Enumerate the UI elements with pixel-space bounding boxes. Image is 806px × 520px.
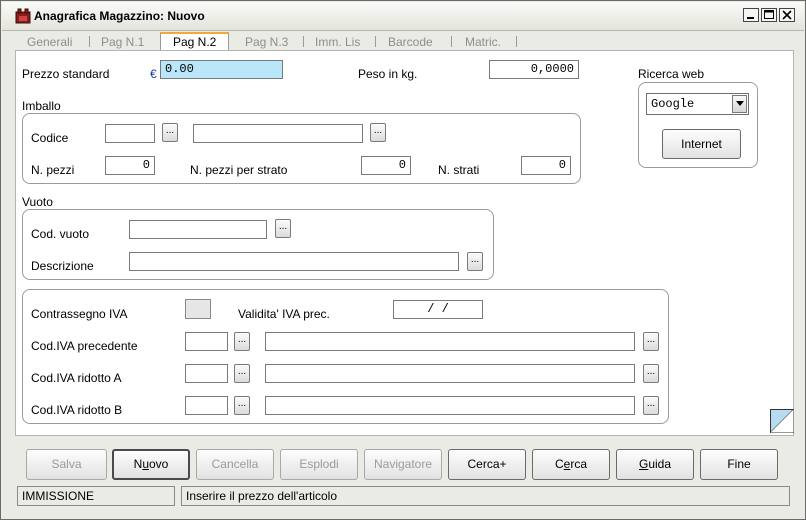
- cancella-button[interactable]: Cancella: [196, 449, 274, 480]
- resize-grip-icon[interactable]: [770, 409, 794, 433]
- contrassegno-iva-checkbox[interactable]: [185, 299, 211, 319]
- tab-pag-n3[interactable]: Pag N.3: [245, 33, 288, 51]
- cod-iva-ridotto-b-browse-button[interactable]: ...: [234, 396, 250, 415]
- peso-label: Peso in kg.: [358, 67, 418, 81]
- cerca-plus-button[interactable]: Cerca+: [448, 449, 526, 480]
- esplodi-button[interactable]: Esplodi: [280, 449, 358, 480]
- prezzo-standard-label: Prezzo standard: [22, 67, 110, 81]
- descrizione-input[interactable]: [129, 252, 459, 271]
- descrizione-label: Descrizione: [31, 259, 94, 273]
- title-bar: Anagrafica Magazzino: Nuovo: [2, 2, 804, 31]
- app-icon: [15, 8, 31, 24]
- nuovo-label-accel: u: [142, 457, 149, 471]
- minimize-button[interactable]: [743, 8, 759, 22]
- cod-vuoto-label: Cod. vuoto: [31, 227, 90, 241]
- codice-description-input[interactable]: [193, 124, 363, 143]
- tab-separator: [375, 36, 376, 47]
- close-icon: [782, 10, 792, 20]
- cod-iva-ridotto-a-desc-browse-button[interactable]: ...: [643, 364, 659, 383]
- cerca-label-part: C: [554, 457, 564, 471]
- guida-label-part: uida: [648, 457, 672, 471]
- cod-iva-precedente-browse-button[interactable]: ...: [234, 332, 250, 351]
- n-pezzi-strato-label: N. pezzi per strato: [190, 163, 288, 177]
- codice-input[interactable]: [105, 124, 155, 143]
- ricerca-web-label: Ricerca web: [638, 67, 705, 81]
- cerca-button[interactable]: Cerca: [532, 449, 610, 480]
- cod-iva-ridotto-a-description[interactable]: [265, 364, 635, 383]
- codice-label: Codice: [31, 131, 69, 145]
- tab-separator: [516, 36, 517, 47]
- cod-iva-precedente-input[interactable]: [185, 332, 228, 351]
- n-pezzi-input[interactable]: 0: [105, 156, 155, 175]
- vuoto-label: Vuoto: [22, 195, 53, 209]
- cod-iva-ridotto-a-browse-button[interactable]: ...: [234, 364, 250, 383]
- contrassegno-iva-label: Contrassegno IVA: [31, 307, 128, 321]
- prezzo-standard-input[interactable]: 0.00: [160, 60, 283, 79]
- status-mode: IMMISSIONE: [17, 486, 175, 506]
- cod-iva-ridotto-a-label: Cod.IVA ridotto A: [31, 371, 122, 385]
- tab-separator: [303, 36, 304, 47]
- cod-iva-precedente-desc-browse-button[interactable]: ...: [643, 332, 659, 351]
- currency-symbol: €: [150, 67, 157, 81]
- tab-imm-lis[interactable]: Imm. Lis: [315, 33, 360, 51]
- guida-label-accel: G: [638, 457, 649, 471]
- tab-barcode[interactable]: Barcode: [388, 33, 433, 51]
- codice-browse-button[interactable]: ...: [162, 123, 178, 142]
- n-strati-label: N. strati: [438, 163, 480, 177]
- cod-iva-ridotto-b-input[interactable]: [185, 396, 228, 415]
- navigatore-button[interactable]: Navigatore: [364, 449, 442, 480]
- n-pezzi-label: N. pezzi: [31, 163, 75, 177]
- cod-iva-ridotto-b-description[interactable]: [265, 396, 635, 415]
- validita-iva-date-input[interactable]: / /: [393, 300, 483, 319]
- n-strati-input[interactable]: 0: [521, 156, 571, 175]
- status-message: Inserire il prezzo dell'articolo: [181, 486, 790, 506]
- n-pezzi-strato-input[interactable]: 0: [361, 156, 411, 175]
- cod-vuoto-input[interactable]: [129, 220, 267, 239]
- search-engine-value: Google: [651, 97, 695, 111]
- dropdown-button[interactable]: [732, 95, 747, 113]
- peso-input[interactable]: 0,0000: [489, 60, 579, 79]
- cod-iva-ridotto-a-input[interactable]: [185, 364, 228, 383]
- search-engine-select[interactable]: Google: [646, 93, 749, 115]
- tab-matric[interactable]: Matric.: [465, 33, 501, 51]
- tab-generali[interactable]: Generali: [27, 33, 72, 51]
- maximize-icon: [764, 10, 774, 19]
- tab-separator: [89, 36, 90, 47]
- cod-iva-precedente-label: Cod.IVA precedente: [31, 339, 138, 353]
- internet-button[interactable]: Internet: [662, 129, 741, 159]
- close-button[interactable]: [779, 8, 795, 22]
- minimize-icon: [747, 17, 754, 19]
- window-title: Anagrafica Magazzino: Nuovo: [34, 9, 205, 23]
- descrizione-browse-button[interactable]: ...: [467, 252, 483, 271]
- chevron-down-icon: [735, 101, 744, 106]
- tab-separator: [451, 36, 452, 47]
- application-window: Anagrafica Magazzino: Nuovo Generali Pag…: [0, 0, 806, 520]
- tab-pag-n1[interactable]: Pag N.1: [101, 33, 144, 51]
- salva-button[interactable]: Salva: [26, 449, 107, 480]
- cerca-label-part: rca: [570, 457, 588, 471]
- nuovo-label-part: ovo: [149, 457, 169, 471]
- cod-iva-ridotto-b-desc-browse-button[interactable]: ...: [643, 396, 659, 415]
- tab-pag-n2[interactable]: Pag N.2: [160, 32, 230, 51]
- nuovo-label-part: N: [133, 457, 143, 471]
- validita-iva-label: Validita' IVA prec.: [238, 307, 330, 321]
- codice-desc-browse-button[interactable]: ...: [370, 123, 386, 142]
- cod-vuoto-browse-button[interactable]: ...: [275, 219, 291, 238]
- maximize-button[interactable]: [761, 8, 777, 22]
- nuovo-button[interactable]: Nuovo: [112, 449, 190, 480]
- cod-iva-ridotto-b-label: Cod.IVA ridotto B: [31, 403, 123, 417]
- imballo-label: Imballo: [22, 99, 61, 113]
- cod-iva-precedente-description[interactable]: [265, 332, 635, 351]
- fine-button[interactable]: Fine: [700, 449, 778, 480]
- guida-button[interactable]: Guida: [616, 449, 694, 480]
